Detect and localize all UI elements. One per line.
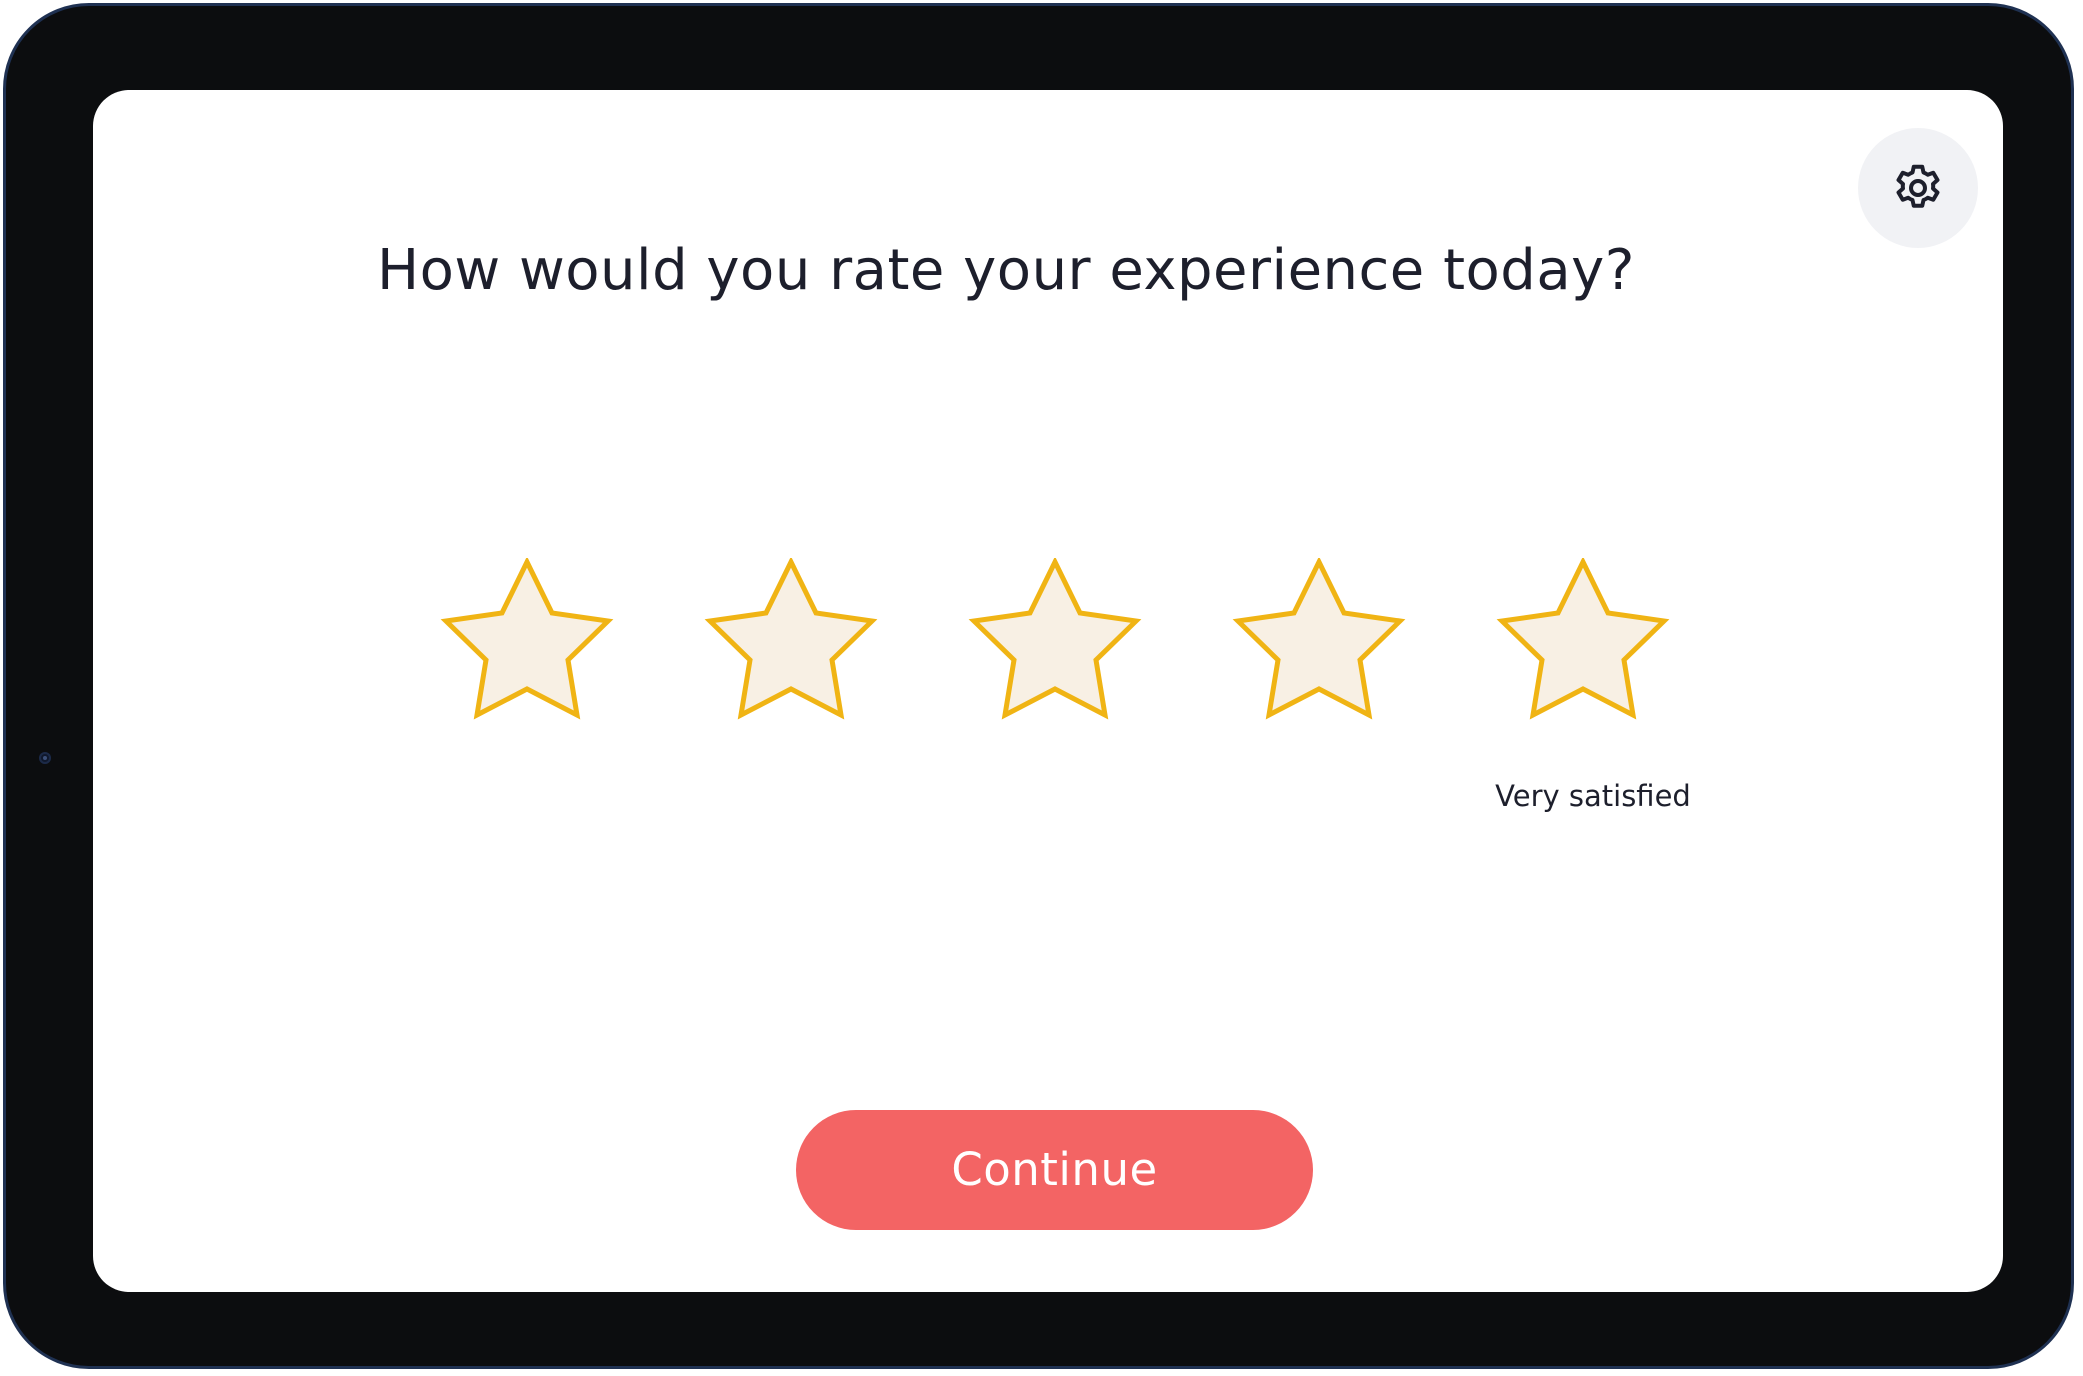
star-outline-icon [1496, 558, 1670, 720]
survey-screen: How would you rate your experience today… [93, 90, 2003, 1292]
star-5-button[interactable] [1491, 558, 1675, 736]
tablet-frame: How would you rate your experience today… [3, 3, 2074, 1369]
star-4-button[interactable] [1227, 558, 1411, 736]
rating-caption: Very satisfied [1495, 779, 1691, 813]
front-camera [39, 752, 51, 764]
star-3-button[interactable] [963, 558, 1147, 736]
star-outline-icon [440, 558, 614, 720]
continue-button[interactable]: Continue [796, 1110, 1313, 1230]
star-outline-icon [1232, 558, 1406, 720]
star-2-button[interactable] [699, 558, 883, 736]
star-outline-icon [704, 558, 878, 720]
star-outline-icon [968, 558, 1142, 720]
star-1-button[interactable] [435, 558, 619, 736]
